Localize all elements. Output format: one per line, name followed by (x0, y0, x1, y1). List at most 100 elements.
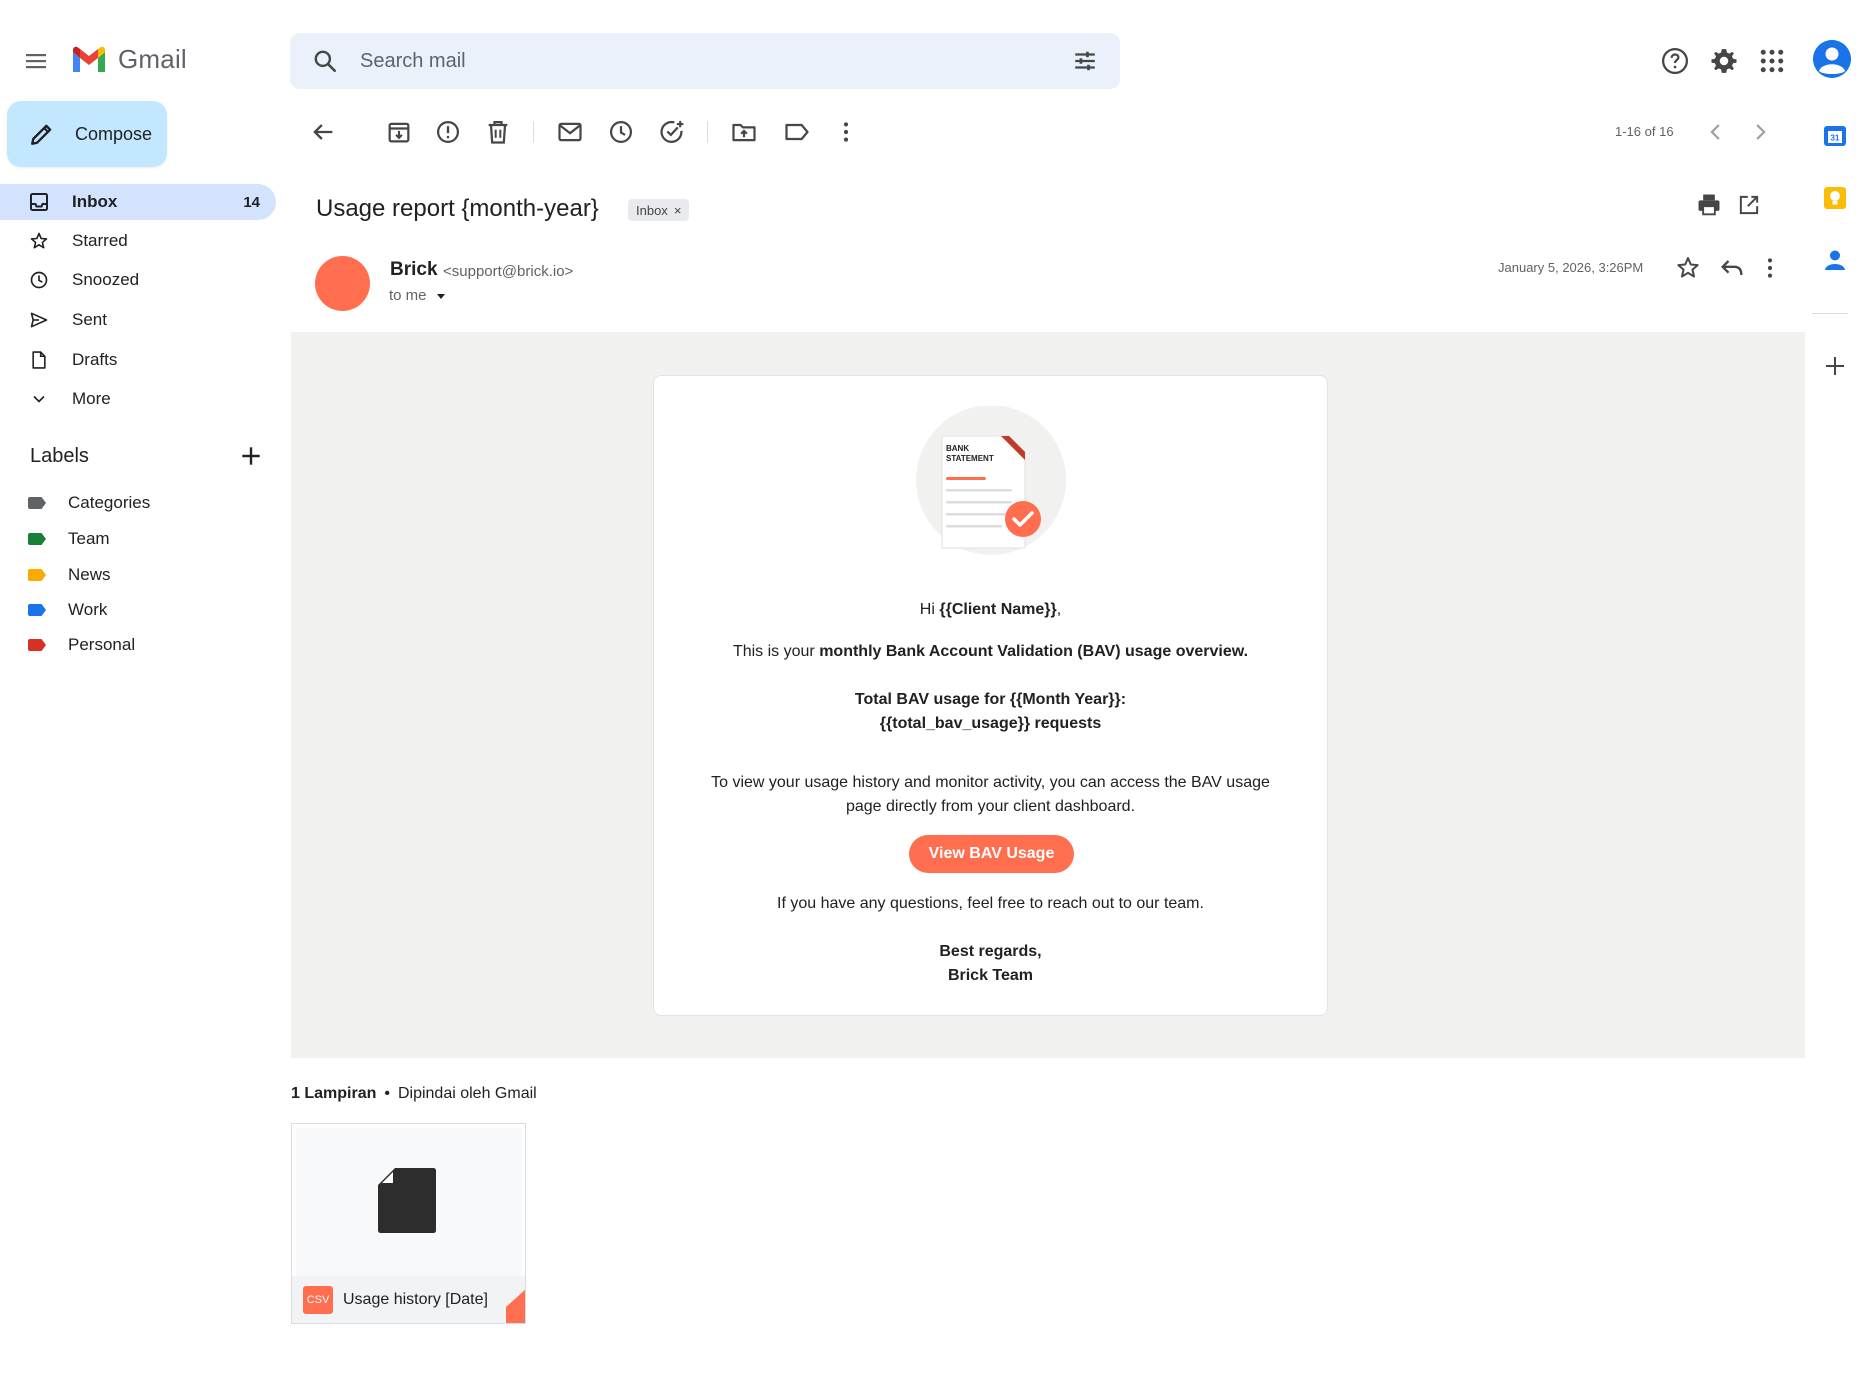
open-new-window-button[interactable] (1735, 191, 1763, 219)
spam-icon (436, 120, 460, 144)
chevron-left-icon (1710, 124, 1720, 140)
printer-icon (1698, 194, 1720, 216)
intro-bold: monthly Bank Account Validation (BAV) us… (819, 643, 1249, 660)
label-team[interactable]: Team (28, 524, 110, 554)
nav-label: Snoozed (72, 270, 140, 289)
view-line1: To view your usage history and monitor a… (711, 774, 1270, 791)
search-input[interactable] (360, 49, 1072, 73)
google-apps-button[interactable] (1757, 46, 1787, 76)
older-button[interactable] (1746, 118, 1774, 146)
label-name: Personal (68, 635, 136, 654)
label-tag-icon (28, 533, 46, 545)
main-menu-button[interactable] (22, 48, 52, 74)
mark-unread-button[interactable] (556, 118, 584, 146)
account-avatar[interactable] (1813, 40, 1851, 78)
trash-icon (488, 120, 508, 144)
search-icon[interactable] (312, 48, 338, 74)
print-button[interactable] (1695, 191, 1723, 219)
pencil-icon (31, 124, 52, 145)
keep-app-button[interactable] (1823, 186, 1847, 210)
label-categories[interactable]: Categories (28, 488, 150, 518)
draft-icon (28, 349, 50, 371)
compose-button[interactable]: Compose (7, 101, 167, 167)
more-actions-button[interactable] (832, 118, 860, 146)
add-to-tasks-button[interactable] (658, 118, 686, 146)
reply-button[interactable] (1718, 254, 1746, 282)
nav-label: Sent (72, 310, 107, 329)
view-line2: page directly from your client dashboard… (845, 798, 1136, 815)
envelope-icon (558, 122, 582, 142)
nav-item-snoozed[interactable]: Snoozed (0, 262, 276, 298)
add-task-icon (660, 120, 684, 143)
search-bar[interactable] (290, 33, 1120, 89)
more-vertical-icon (1767, 258, 1773, 278)
support-button[interactable] (1660, 46, 1690, 76)
nav-item-sent[interactable]: Sent (0, 302, 276, 338)
snooze-clock-icon (609, 120, 633, 144)
message-more-button[interactable] (1756, 254, 1784, 282)
nav-label: Drafts (72, 350, 118, 369)
star-outline-icon (1677, 257, 1699, 278)
gmail-m-icon (73, 46, 105, 72)
back-button[interactable] (309, 118, 337, 146)
nav-item-drafts[interactable]: Drafts (0, 342, 276, 378)
newer-button[interactable] (1702, 118, 1730, 146)
archive-button[interactable] (385, 118, 413, 146)
recipient-details-toggle[interactable]: to me (389, 287, 447, 304)
bullet-separator: • (384, 1085, 390, 1102)
contacts-app-button[interactable] (1823, 248, 1847, 272)
greeting-line: Hi {{Client Name}}, (654, 598, 1327, 622)
total-usage-line1: Total BAV usage for {{Month Year}}: (854, 691, 1127, 708)
nav-item-inbox[interactable]: Inbox 14 (0, 184, 276, 220)
view-history-paragraph: To view your usage history and monitor a… (654, 771, 1327, 819)
move-to-folder-icon (732, 123, 756, 142)
label-news[interactable]: News (28, 560, 111, 590)
search-options-icon[interactable] (1072, 48, 1098, 74)
email-content-card: BANK STATEMENT Hi {{Client Name}}, This … (653, 375, 1328, 1016)
label-tag-icon (28, 639, 46, 651)
caret-down-icon (436, 293, 445, 299)
nav-label: More (72, 389, 111, 408)
illustration-text-statement: STATEMENT (946, 454, 994, 463)
clock-icon (28, 269, 50, 291)
label-work[interactable]: Work (28, 595, 107, 625)
sender-avatar[interactable] (315, 256, 370, 311)
plus-icon (242, 447, 260, 465)
label-name: Team (68, 529, 110, 548)
report-spam-button[interactable] (434, 118, 462, 146)
calendar-app-button[interactable]: 31 (1823, 124, 1847, 148)
snooze-button[interactable] (607, 118, 635, 146)
recipient-text: to me (389, 287, 427, 304)
view-bav-usage-button[interactable]: View BAV Usage (909, 835, 1074, 873)
attachments-header: 1 Lampiran • Dipindai oleh Gmail (291, 1085, 537, 1103)
apps-grid-icon (1760, 49, 1784, 73)
side-panel-divider (1812, 313, 1848, 314)
label-personal[interactable]: Personal (28, 630, 135, 660)
label-name: Work (68, 600, 108, 619)
nav-item-starred[interactable]: Starred (0, 223, 276, 259)
create-label-button[interactable] (238, 443, 264, 469)
delete-button[interactable] (484, 118, 512, 146)
inbox-label-chip[interactable]: Inbox × (628, 199, 690, 221)
star-button[interactable] (1674, 254, 1702, 282)
email-timestamp: January 5, 2026, 3:26PM (1498, 260, 1644, 275)
toolbar-divider (707, 121, 708, 143)
get-addons-button[interactable] (1823, 354, 1847, 378)
sender-name[interactable]: Brick (390, 259, 438, 281)
file-icon (378, 1168, 436, 1233)
nav-item-more[interactable]: More (0, 381, 276, 417)
settings-button[interactable] (1709, 46, 1739, 76)
contacts-person-icon (1825, 250, 1845, 270)
attachment-preview (296, 1128, 522, 1276)
gmail-logo[interactable]: Gmail (70, 44, 187, 75)
toolbar-divider (533, 121, 534, 143)
signature: Best regards, Brick Team (654, 940, 1327, 988)
labels-button[interactable] (783, 118, 811, 146)
move-to-button[interactable] (730, 118, 758, 146)
inbox-icon (28, 191, 50, 213)
compose-label: Compose (75, 123, 153, 144)
attachment-card[interactable]: CSV Usage history [Date] (291, 1123, 526, 1324)
attachment-count: 1 Lampiran (291, 1085, 377, 1102)
remove-label-icon[interactable]: × (674, 203, 682, 218)
label-tag-icon (28, 604, 46, 616)
